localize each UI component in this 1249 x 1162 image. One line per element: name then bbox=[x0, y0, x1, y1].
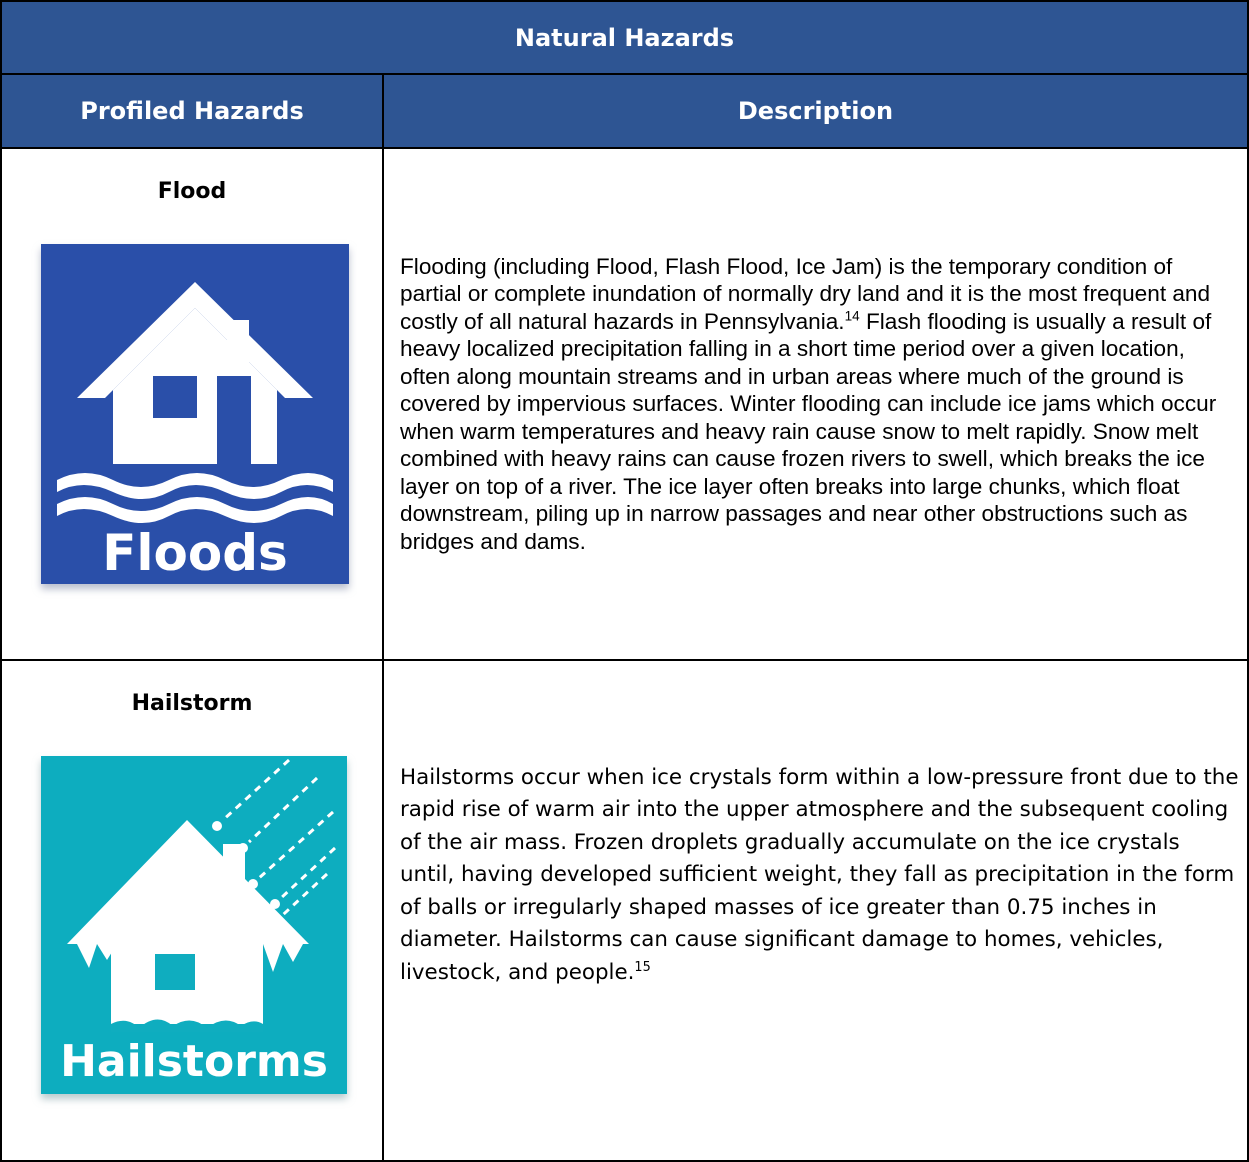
footnote-ref: 15 bbox=[634, 959, 651, 975]
description-cell-flood: Flooding (including Flood, Flash Flood, … bbox=[382, 147, 1249, 661]
table-row: Hailstorm Hailstorms Hailstorms occur wh… bbox=[0, 659, 1249, 1162]
table-row: Flood Floods Flooding (including Flood, … bbox=[0, 147, 1249, 661]
hazard-cell-hailstorm: Hailstorm Hailstorms bbox=[0, 659, 384, 1162]
column-header-profiled-hazards: Profiled Hazards bbox=[0, 73, 384, 149]
table-title: Natural Hazards bbox=[0, 0, 1249, 75]
icon-label: Hailstorms bbox=[60, 1036, 328, 1087]
house-hail-icon: Hailstorms bbox=[27, 748, 357, 1118]
house-flood-icon: Floods bbox=[27, 236, 357, 616]
column-header-description: Description bbox=[382, 73, 1249, 149]
hazard-cell-flood: Flood Floods bbox=[0, 147, 384, 661]
icon-label: Floods bbox=[102, 524, 288, 582]
hazard-name: Hailstorm bbox=[131, 691, 253, 716]
footnote-ref: 14 bbox=[844, 308, 860, 324]
description-text: Hailstorms occur when ice crystals form … bbox=[400, 764, 1239, 985]
hazard-name: Flood bbox=[157, 179, 227, 204]
description-cell-hailstorm: Hailstorms occur when ice crystals form … bbox=[382, 659, 1249, 1162]
description-text: Flooding (including Flood, Flash Flood, … bbox=[400, 253, 1217, 554]
natural-hazards-table: Natural Hazards Profiled Hazards Descrip… bbox=[0, 0, 1249, 1162]
